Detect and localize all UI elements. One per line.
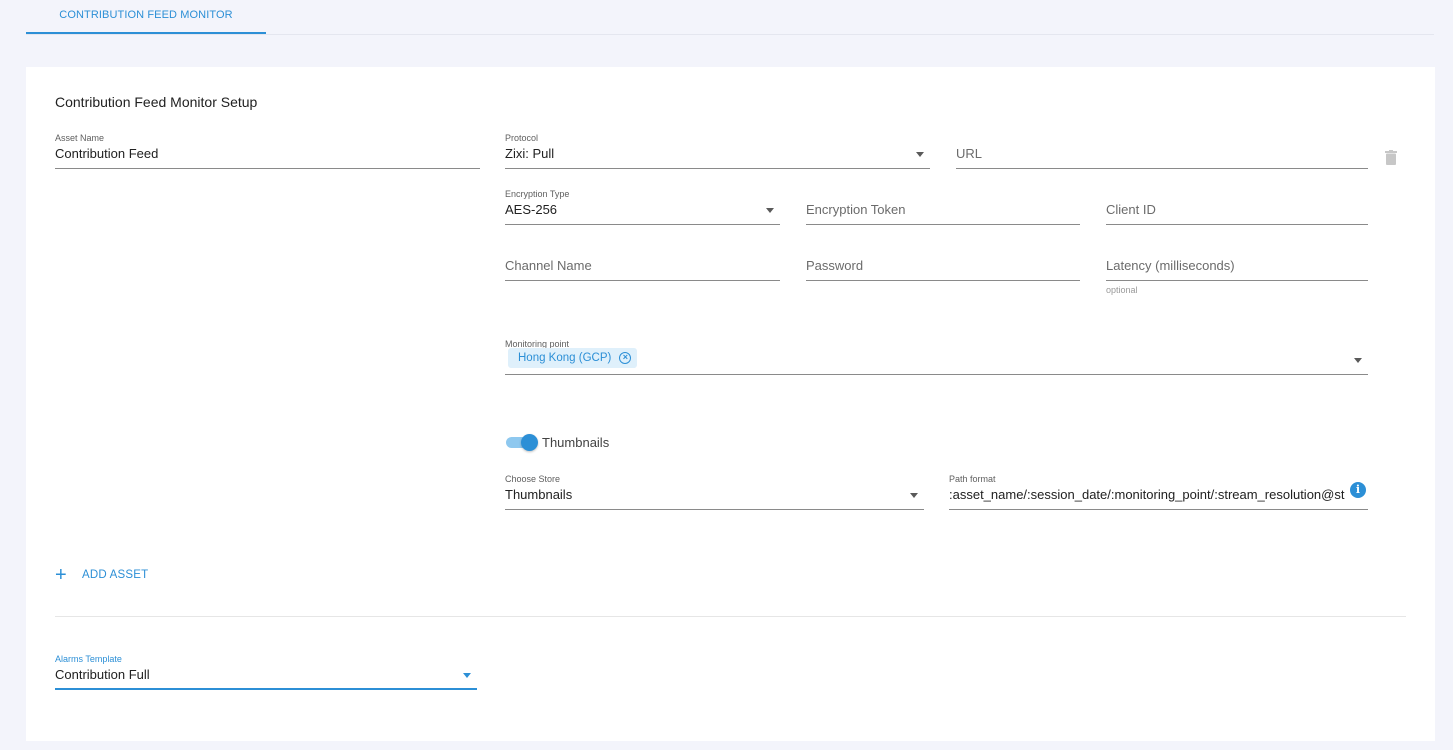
encryption-type-label: Encryption Type bbox=[505, 189, 570, 199]
choose-store-label: Choose Store bbox=[505, 474, 561, 484]
protocol-underline bbox=[505, 168, 930, 169]
info-icon[interactable]: i bbox=[1350, 482, 1366, 498]
path-format-value: :asset_name/:session_date/:monitoring_po… bbox=[949, 487, 1345, 502]
asset-name-label: Asset Name bbox=[55, 133, 105, 143]
client-id-underline bbox=[1106, 224, 1368, 225]
protocol-select[interactable]: Protocol Zixi: Pull bbox=[505, 133, 930, 169]
plus-icon: + bbox=[55, 564, 67, 586]
asset-name-underline bbox=[55, 168, 480, 169]
chip-label: Hong Kong (GCP) bbox=[518, 352, 612, 364]
encryption-token-underline bbox=[806, 224, 1080, 225]
password-underline bbox=[806, 280, 1080, 281]
client-id-field[interactable]: Client ID bbox=[1106, 189, 1368, 225]
channel-name-field[interactable]: Channel Name bbox=[505, 245, 780, 281]
latency-field[interactable]: Latency (milliseconds) bbox=[1106, 245, 1368, 281]
toggle-thumb bbox=[521, 434, 538, 451]
latency-placeholder: Latency (milliseconds) bbox=[1106, 258, 1235, 273]
setup-card: Contribution Feed Monitor Setup Asset Na… bbox=[26, 67, 1435, 741]
protocol-label: Protocol bbox=[505, 133, 539, 143]
section-divider bbox=[55, 616, 1406, 617]
trash-icon[interactable] bbox=[1385, 150, 1397, 165]
password-placeholder: Password bbox=[806, 258, 864, 273]
url-field[interactable]: URL bbox=[956, 133, 1368, 169]
latency-helper-text: optional bbox=[1106, 285, 1138, 295]
caret-down-icon bbox=[463, 673, 471, 678]
choose-store-underline bbox=[505, 509, 924, 510]
asset-name-value: Contribution Feed bbox=[55, 146, 159, 161]
url-underline bbox=[956, 168, 1368, 169]
caret-down-icon bbox=[916, 152, 924, 157]
tab-contribution-feed-monitor[interactable]: CONTRIBUTION FEED MONITOR bbox=[26, 0, 266, 34]
encryption-type-underline bbox=[505, 224, 780, 225]
path-format-label: Path format bbox=[949, 474, 996, 484]
protocol-value: Zixi: Pull bbox=[505, 146, 555, 161]
monitoring-point-underline bbox=[505, 374, 1368, 375]
latency-underline bbox=[1106, 280, 1368, 281]
asset-name-field[interactable]: Asset Name Contribution Feed bbox=[55, 133, 480, 169]
add-asset-button[interactable]: + ADD ASSET bbox=[55, 565, 148, 585]
encryption-type-select[interactable]: Encryption Type AES-256 bbox=[505, 189, 780, 225]
alarms-template-label: Alarms Template bbox=[55, 654, 122, 664]
path-format-underline bbox=[949, 509, 1368, 510]
monitoring-point-select[interactable]: Monitoring point Hong Kong (GCP) × bbox=[505, 339, 1368, 375]
client-id-placeholder: Client ID bbox=[1106, 202, 1156, 217]
encryption-type-value: AES-256 bbox=[505, 202, 558, 217]
close-circle-icon[interactable]: × bbox=[619, 352, 632, 364]
encryption-token-placeholder: Encryption Token bbox=[806, 202, 906, 217]
encryption-token-field[interactable]: Encryption Token bbox=[806, 189, 1080, 225]
thumbnails-toggle-label: Thumbnails bbox=[542, 435, 610, 450]
channel-name-placeholder: Channel Name bbox=[505, 258, 592, 273]
url-placeholder: URL bbox=[956, 146, 983, 161]
channel-name-underline bbox=[505, 280, 780, 281]
choose-store-value: Thumbnails bbox=[505, 487, 573, 502]
thumbnails-toggle[interactable] bbox=[505, 434, 539, 452]
password-field[interactable]: Password bbox=[806, 245, 1080, 281]
add-asset-label: ADD ASSET bbox=[82, 569, 149, 581]
path-format-field[interactable]: Path format :asset_name/:session_date/:m… bbox=[949, 474, 1368, 510]
tab-bar: CONTRIBUTION FEED MONITOR bbox=[26, 0, 1434, 35]
alarms-template-value: Contribution Full bbox=[55, 667, 150, 682]
choose-store-select[interactable]: Choose Store Thumbnails bbox=[505, 474, 924, 510]
caret-down-icon bbox=[1354, 358, 1362, 363]
card-title: Contribution Feed Monitor Setup bbox=[55, 94, 258, 110]
caret-down-icon bbox=[766, 208, 774, 213]
alarms-template-underline bbox=[55, 688, 477, 690]
caret-down-icon bbox=[910, 493, 918, 498]
alarms-template-select[interactable]: Alarms Template Contribution Full bbox=[55, 654, 477, 690]
monitoring-point-chip[interactable]: Hong Kong (GCP) × bbox=[508, 348, 638, 368]
